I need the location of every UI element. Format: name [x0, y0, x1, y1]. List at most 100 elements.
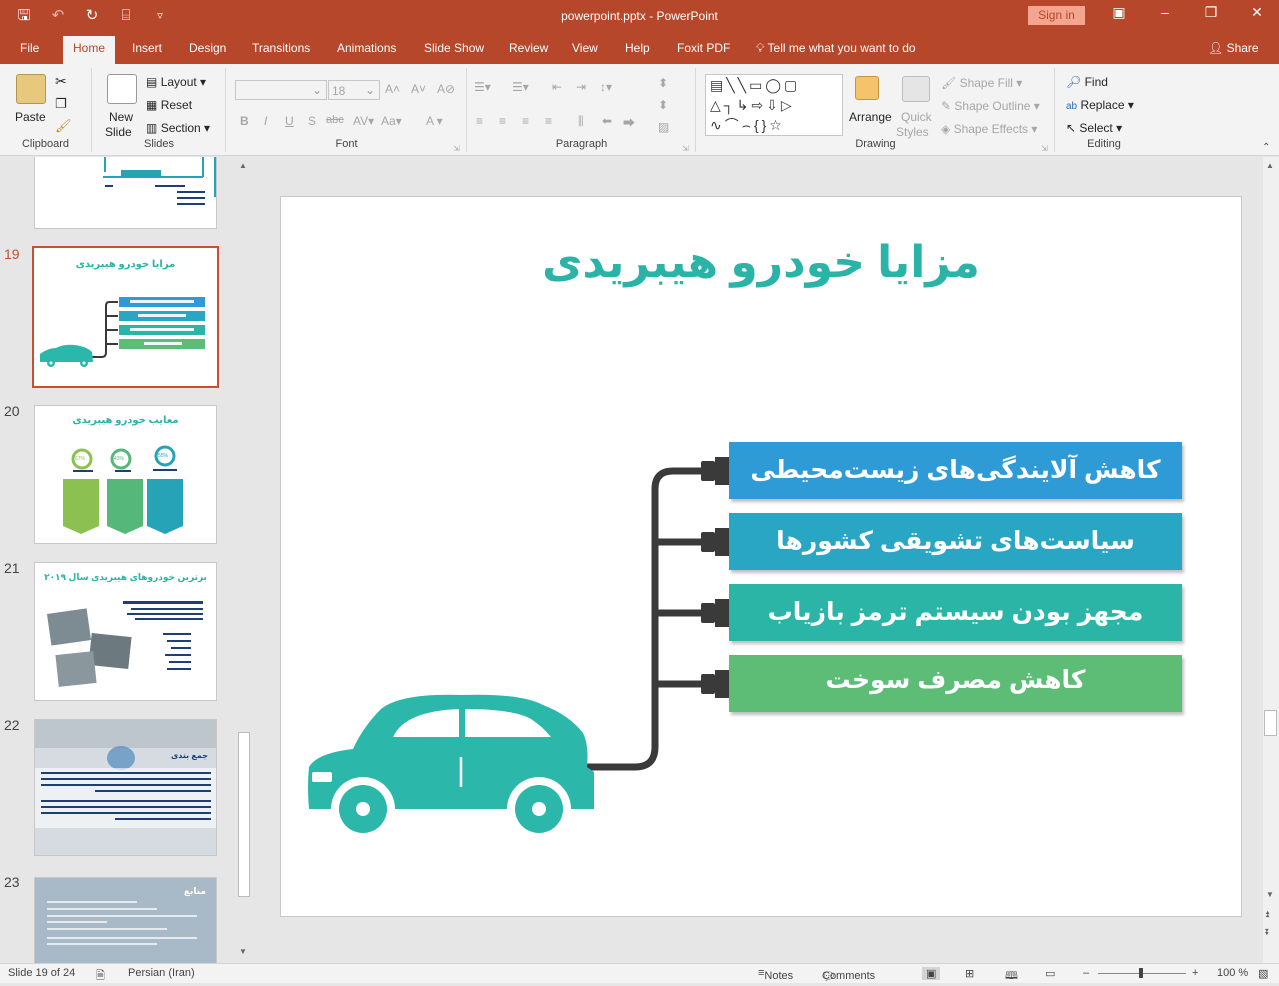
slide-canvas[interactable]: مزایا خودرو هیبریدی کاهش آلایندگی‌های زی… [280, 196, 1242, 917]
format-painter-icon[interactable]: 🖌︎ [55, 118, 72, 134]
ltr-icon[interactable]: ⮕ [623, 114, 635, 131]
layout-button[interactable]: ▤ Layout ▾ [146, 75, 206, 89]
zoom-level[interactable]: 100 % [1217, 967, 1248, 979]
tell-me-search[interactable]: 💡︎ Tell me what you want to do [756, 41, 916, 56]
tab-file[interactable]: File [20, 41, 39, 55]
benefit-bar-2[interactable]: سیاست‌های تشویقی کشورها [729, 513, 1182, 570]
new-slide-button[interactable]: New [109, 110, 133, 124]
tab-slide-show[interactable]: Slide Show [424, 41, 484, 55]
font-color-button[interactable]: A ▾ [426, 114, 443, 128]
paste-button[interactable]: Paste [15, 110, 46, 124]
ribbon-display-icon[interactable]: ▣ [1104, 4, 1134, 21]
scroll-up-icon[interactable]: ▲ [1266, 161, 1274, 170]
spacing-icon[interactable]: AV▾ [353, 114, 374, 128]
shadow-button[interactable]: S [308, 114, 316, 128]
notes-button[interactable]: ≡ Notes [758, 967, 793, 982]
bold-button[interactable]: B [240, 114, 249, 128]
slide-thumbnail-23[interactable]: منابع [34, 877, 217, 963]
decrease-indent-icon[interactable]: ⇤ [552, 80, 562, 94]
copy-icon[interactable]: ❐ [55, 96, 67, 112]
quick-styles-icon[interactable] [902, 76, 930, 102]
tab-view[interactable]: View [572, 41, 598, 55]
text-direction-icon[interactable]: ⬍ [658, 76, 668, 90]
grow-font-icon[interactable]: A˄ [385, 82, 400, 96]
tab-animations[interactable]: Animations [337, 41, 396, 55]
smartart-icon[interactable]: ▨ [658, 120, 669, 134]
zoom-out-icon[interactable]: – [1083, 967, 1089, 979]
tab-transitions[interactable]: Transitions [252, 41, 310, 55]
spellcheck-icon[interactable]: 🗎︎ [96, 967, 105, 986]
tab-insert[interactable]: Insert [132, 41, 162, 55]
columns-icon[interactable]: ⫼ [578, 114, 584, 129]
font-name-select[interactable]: ⌄ [235, 80, 327, 100]
restore-icon[interactable]: ❐ [1196, 4, 1226, 21]
align-center-icon[interactable]: ≡ [499, 114, 506, 128]
paragraph-dialog-icon[interactable]: ⇲ [682, 144, 689, 153]
shapes-gallery[interactable]: ▤╲╲▭◯▢ △┐↳⇨⇩▷ ∿⌒⌢{}☆ [705, 74, 843, 136]
section-button[interactable]: ▥ Section ▾ [146, 121, 210, 135]
slide-thumbnail-19[interactable]: مزایا خودرو هیبریدی [32, 246, 219, 388]
slide-scrollbar[interactable]: ▲ ▼ ⏫︎ ⏬︎ [1263, 157, 1279, 963]
zoom-in-icon[interactable]: + [1192, 967, 1198, 979]
paste-icon[interactable] [16, 74, 46, 104]
align-right-icon[interactable]: ≡ [522, 114, 529, 128]
bullets-icon[interactable]: ☰▾ [474, 80, 491, 94]
find-button[interactable]: 🔎︎ Find [1066, 75, 1108, 89]
clear-format-icon[interactable]: A⊘ [437, 82, 455, 96]
thumbnails-scroll-thumb[interactable] [238, 732, 250, 897]
tab-help[interactable]: Help [625, 41, 650, 55]
tab-foxit-pdf[interactable]: Foxit PDF [677, 41, 730, 55]
arrange-button[interactable]: Arrange [849, 110, 892, 124]
shape-outline-button[interactable]: ✎ Shape Outline ▾ [941, 99, 1040, 113]
underline-button[interactable]: U [285, 114, 294, 128]
normal-view-icon[interactable]: ▣ [922, 967, 941, 980]
next-slide-icon[interactable]: ⏬︎ [1265, 927, 1270, 938]
cut-icon[interactable]: ✂ [55, 73, 67, 90]
reading-view-icon[interactable]: 🕮︎ [1005, 967, 1018, 986]
tab-home[interactable]: Home [63, 36, 116, 64]
increase-indent-icon[interactable]: ⇥ [576, 80, 586, 94]
new-slide-icon[interactable] [107, 74, 137, 104]
shape-effects-button[interactable]: ◈ Shape Effects ▾ [941, 122, 1037, 136]
change-case-button[interactable]: Aa▾ [381, 114, 402, 128]
strikethrough-button[interactable]: abc [326, 114, 344, 126]
slideshow-view-icon[interactable]: ▭ [1045, 967, 1055, 980]
share-button[interactable]: 👤︎ Share [1208, 41, 1259, 55]
justify-icon[interactable]: ≡ [545, 114, 552, 128]
previous-slide-icon[interactable]: ⏫︎ [1265, 909, 1270, 920]
scroll-up-icon[interactable]: ▲ [239, 161, 247, 170]
slide-thumbnail-22[interactable]: جمع بندی [34, 719, 217, 856]
zoom-slider-thumb[interactable] [1139, 968, 1143, 978]
slide-thumbnail-21[interactable]: برترین خودروهای هیبریدی سال ۲۰۱۹ [34, 562, 217, 701]
tab-review[interactable]: Review [509, 41, 548, 55]
font-dialog-icon[interactable]: ⇲ [453, 144, 460, 153]
slide-thumbnail-20[interactable]: معایب خودرو هیبریدی 67% 43% 55% [34, 405, 217, 544]
tab-design[interactable]: Design [189, 41, 226, 55]
sign-in-button[interactable]: Sign in [1028, 6, 1085, 25]
rtl-icon[interactable]: ⬅ [602, 114, 612, 128]
shrink-font-icon[interactable]: A˅ [411, 82, 426, 96]
slide-scroll-thumb[interactable] [1264, 710, 1277, 736]
fit-slide-icon[interactable]: ▧ [1258, 967, 1268, 980]
quick-styles-button-line2[interactable]: Styles [896, 125, 929, 139]
drawing-dialog-icon[interactable]: ⇲ [1041, 144, 1048, 153]
benefit-bar-1[interactable]: کاهش آلایندگی‌های زیست‌محیطی [729, 442, 1182, 499]
arrange-icon[interactable] [855, 76, 879, 100]
replace-button[interactable]: ab Replace ▾ [1066, 98, 1134, 112]
minimize-icon[interactable]: – [1150, 4, 1180, 20]
scroll-down-icon[interactable]: ▼ [239, 947, 247, 956]
shape-fill-button[interactable]: 🖌︎ Shape Fill ▾ [941, 76, 1022, 90]
slide-thumbnail-18[interactable] [34, 157, 217, 229]
numbering-icon[interactable]: ☰▾ [512, 80, 529, 94]
align-left-icon[interactable]: ≡ [476, 114, 483, 128]
italic-button[interactable]: I [264, 114, 267, 128]
language-status[interactable]: Persian (Iran) [128, 967, 195, 979]
align-text-icon[interactable]: ⬍ [658, 98, 668, 112]
close-icon[interactable]: ✕ [1242, 4, 1272, 21]
quick-styles-button[interactable]: Quick [901, 110, 932, 124]
font-size-select[interactable]: 18 ⌄ [328, 80, 380, 100]
line-spacing-icon[interactable]: ↕▾ [600, 80, 612, 94]
benefit-bar-3[interactable]: مجهز بودن سیستم ترمز بازیاب انرژی [729, 584, 1182, 683]
collapse-ribbon-icon[interactable]: ⌃ [1262, 142, 1270, 153]
slide-sorter-icon[interactable]: ⊞ [965, 967, 974, 980]
